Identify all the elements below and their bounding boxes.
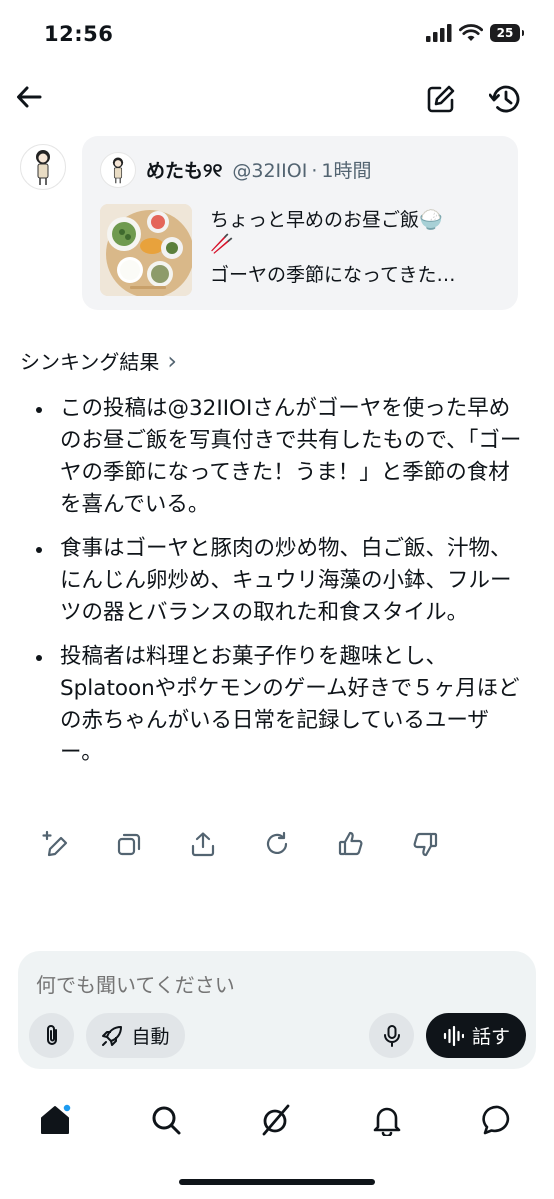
meta-separator: · (311, 160, 318, 182)
thinking-title: シンキング結果 (20, 350, 160, 374)
user-avatar[interactable] (20, 144, 66, 190)
quoted-post-header: めたも୨୧ @32IIOI · 1時間 (146, 156, 371, 183)
microphone-icon (383, 1024, 400, 1047)
history-icon (489, 85, 520, 113)
attach-button[interactable] (29, 1013, 74, 1058)
refresh-icon (266, 831, 288, 855)
post-text-line-2: 🥢 (210, 233, 234, 255)
thumbs-down-button[interactable] (410, 826, 440, 862)
mode-selector-button[interactable]: 自動 (86, 1013, 185, 1058)
home-icon (41, 1103, 72, 1134)
copy-button[interactable] (114, 826, 144, 862)
thinking-results-link[interactable]: シンキング結果 › (20, 346, 177, 375)
share-button[interactable] (188, 826, 218, 862)
bottom-nav (0, 1088, 554, 1148)
thumbs-up-button[interactable] (336, 826, 366, 862)
battery-level: 25 (490, 24, 520, 42)
new-chat-button[interactable] (424, 82, 458, 116)
bullet-text: この投稿は@32IIOIさんがゴーヤを使った早めのお昼ご飯を写真付きで共有したも… (60, 396, 522, 517)
paperclip-icon (46, 1024, 57, 1045)
bullet-text: 食事はゴーヤと豚肉の炒め物、白ご飯、汁物、にんじん卵炒め、キュウリ海藻の小鉢、フ… (60, 536, 512, 625)
thumbs-up-icon (338, 831, 363, 856)
post-thumbnail (100, 204, 192, 296)
arrow-left-icon (17, 86, 42, 108)
bell-icon (373, 1107, 401, 1136)
chevron-right-icon: › (167, 346, 178, 375)
voice-input-button[interactable] (369, 1013, 414, 1058)
copy-icon (117, 833, 141, 856)
nav-grok[interactable] (256, 1100, 296, 1140)
regenerate-button[interactable] (262, 826, 292, 862)
post-text-line-1: ちょっと早めのお昼ご飯🍚 (210, 209, 443, 231)
battery-icon: 25 (490, 24, 524, 42)
nav-search[interactable] (146, 1100, 186, 1140)
post-text-line-3: ゴーヤの季節になってきた… (210, 264, 456, 286)
character-avatar-icon (112, 157, 124, 184)
author-name: めたも୨୧ (146, 160, 223, 182)
history-button[interactable] (487, 82, 523, 116)
bullet-text: 投稿者は料理とお菓子作りを趣味とし、Splatoonやポケモンのゲーム好きで５ヶ… (60, 644, 520, 765)
thinking-bullet-list: この投稿は@32IIOIさんがゴーヤを使った早めのお昼ご飯を写真付きで共有したも… (30, 393, 530, 781)
back-button[interactable] (12, 80, 46, 114)
refine-button[interactable] (40, 826, 70, 862)
home-indicator (179, 1179, 375, 1185)
talk-label: 話す (471, 1026, 510, 1048)
bullet-item: 食事はゴーヤと豚肉の炒め物、白ご飯、汁物、にんじん卵炒め、キュウリ海藻の小鉢、フ… (30, 533, 530, 629)
bullet-item: 投稿者は料理とお菓子作りを趣味とし、Splatoonやポケモンのゲーム好きで５ヶ… (30, 641, 530, 769)
edit-icon (427, 85, 455, 113)
search-icon (152, 1106, 181, 1135)
wifi-icon (459, 24, 483, 41)
grok-icon (262, 1104, 290, 1136)
status-time: 12:56 (44, 22, 114, 46)
share-icon (191, 832, 215, 857)
signal-icon (426, 24, 452, 42)
bullet-item: この投稿は@32IIOIさんがゴーヤを使った早めのお昼ご飯を写真付きで共有したも… (30, 393, 530, 521)
author-avatar (100, 152, 136, 188)
ask-input[interactable] (36, 970, 516, 1000)
status-icons: 25 (426, 24, 524, 42)
mode-label: 自動 (131, 1026, 170, 1048)
author-handle: @32IIOI (232, 160, 308, 182)
post-time: 1時間 (321, 160, 372, 182)
nav-home[interactable] (35, 1100, 75, 1140)
nav-messages[interactable] (478, 1100, 518, 1140)
chat-bubble-icon (482, 1105, 510, 1135)
response-action-row (40, 826, 440, 862)
voice-wave-icon (443, 1025, 464, 1046)
character-avatar-icon (36, 150, 50, 185)
thumbs-down-icon (413, 832, 438, 857)
talk-button[interactable]: 話す (426, 1013, 526, 1058)
nav-notifications[interactable] (367, 1100, 407, 1140)
meal-photo-image (100, 204, 192, 296)
rocket-icon (102, 1025, 123, 1046)
sparkle-pen-icon (42, 830, 68, 857)
